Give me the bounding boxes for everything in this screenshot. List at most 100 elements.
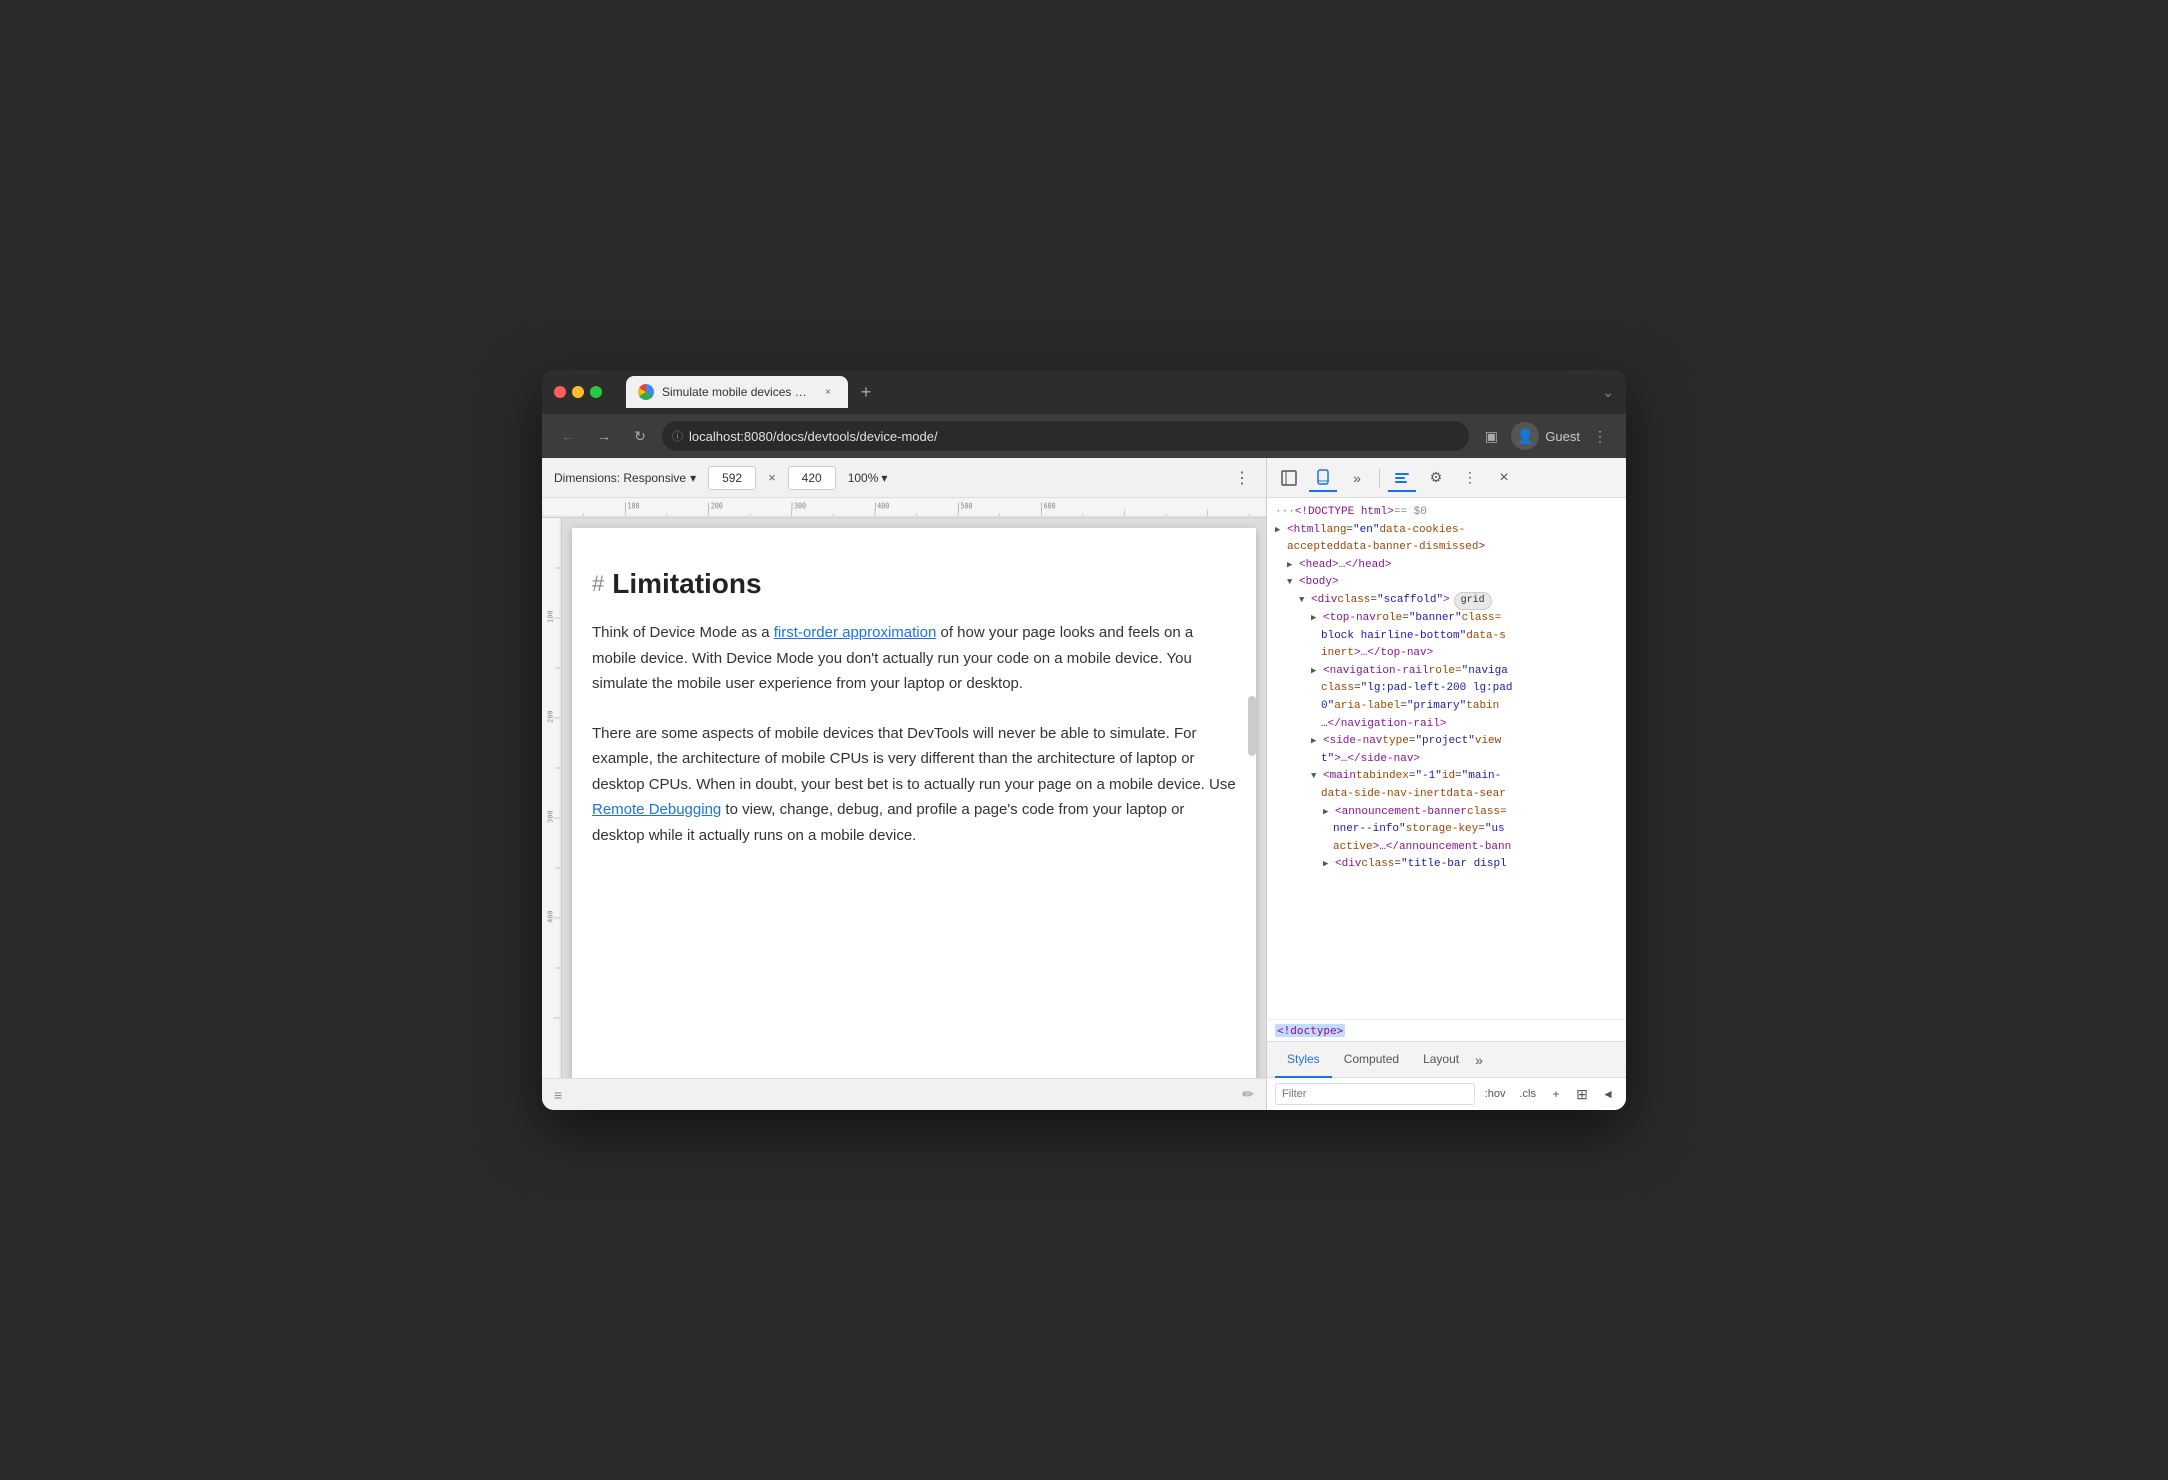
element-state-icon[interactable]: ⊞ bbox=[1572, 1084, 1592, 1104]
maximize-window-button[interactable] bbox=[590, 386, 602, 398]
styles-tab[interactable]: Styles bbox=[1275, 1042, 1332, 1078]
page-viewport[interactable]: # Limitations Think of Device Mode as a … bbox=[562, 518, 1266, 1078]
browser-window: Simulate mobile devices with D × + ⌄ ← →… bbox=[542, 370, 1626, 1110]
layout-tab[interactable]: Layout bbox=[1411, 1042, 1471, 1078]
sidebar-toggle-button[interactable]: ▣ bbox=[1477, 422, 1505, 450]
expand-arrow[interactable]: ▼ bbox=[1311, 769, 1321, 783]
devtools-more-button[interactable]: ⋮ bbox=[1456, 464, 1484, 492]
paragraph-1: Think of Device Mode as a first-order ap… bbox=[592, 620, 1236, 697]
filter-bar: :hov .cls + ⊞ ◄ bbox=[1267, 1078, 1626, 1110]
svg-text:|600: |600 bbox=[1040, 501, 1056, 511]
new-tab-button[interactable]: + bbox=[852, 378, 880, 406]
ruler-top: |100 |200 |300 |400 |500 |600 bbox=[542, 498, 1266, 518]
code-line-main[interactable]: ▼ <main tabindex = "-1" id = "main- bbox=[1275, 768, 1618, 786]
reload-icon: ↻ bbox=[634, 428, 646, 445]
code-doctype-header: ··· <!DOCTYPE html> == $0 bbox=[1275, 504, 1618, 522]
height-input[interactable] bbox=[788, 466, 836, 490]
expand-arrow[interactable]: ▼ bbox=[1287, 575, 1297, 589]
code-line-announcement-3: active >…</announcement-bann bbox=[1275, 839, 1618, 857]
viewport-with-ruler: 100 200 300 400 # Limitations bbox=[542, 518, 1266, 1078]
code-line-top-nav[interactable]: ▶ <top-nav role = "banner" class= bbox=[1275, 610, 1618, 628]
code-line-top-nav-3: inert >…</top-nav> bbox=[1275, 645, 1618, 663]
svg-text:100: 100 bbox=[547, 610, 555, 623]
more-tabs-button[interactable]: » bbox=[1343, 464, 1371, 492]
back-button[interactable]: ← bbox=[554, 422, 582, 450]
code-line-announcement[interactable]: ▶ <announcement-banner class= bbox=[1275, 804, 1618, 822]
expand-arrow[interactable]: ▶ bbox=[1311, 664, 1321, 678]
code-line-announcement-2: nner--info" storage-key = "us bbox=[1275, 821, 1618, 839]
cls-filter-button[interactable]: .cls bbox=[1516, 1086, 1541, 1102]
computed-tab[interactable]: Computed bbox=[1332, 1042, 1411, 1078]
expand-arrow[interactable]: ▶ bbox=[1323, 805, 1333, 819]
traffic-lights bbox=[554, 386, 602, 398]
title-bar: Simulate mobile devices with D × + ⌄ bbox=[542, 370, 1626, 414]
toolbar-more-button[interactable]: ⋮ bbox=[1230, 466, 1254, 490]
code-line-html-2: accepted data-banner-dismissed > bbox=[1275, 539, 1618, 557]
svg-text:300: 300 bbox=[547, 810, 555, 823]
expand-arrow[interactable]: ▶ bbox=[1287, 558, 1297, 572]
first-order-link[interactable]: first-order approximation bbox=[774, 624, 937, 641]
tabs-more-button[interactable]: » bbox=[1475, 1052, 1483, 1068]
back-icon: ← bbox=[561, 428, 575, 444]
add-filter-button[interactable]: + bbox=[1546, 1084, 1566, 1104]
chrome-menu-button[interactable]: ⋮ bbox=[1586, 422, 1614, 450]
code-line-main-2: data-side-nav-inert data-sear bbox=[1275, 786, 1618, 804]
window-minimize-icon[interactable]: ⌄ bbox=[1602, 384, 1614, 401]
inspect-element-button[interactable] bbox=[1275, 464, 1303, 492]
devtools-toolbar: » ⚙ ⋮ × bbox=[1267, 458, 1626, 498]
svg-text:|300: |300 bbox=[790, 501, 806, 511]
sidebar-icon: ▣ bbox=[1485, 428, 1498, 445]
address-bar[interactable]: ⓘ localhost:8080/docs/devtools/device-mo… bbox=[662, 421, 1469, 451]
code-line-title-bar[interactable]: ▶ <div class = "title-bar displ bbox=[1275, 856, 1618, 874]
doctype-selected: <!doctype> bbox=[1275, 1024, 1345, 1037]
user-avatar-button[interactable]: 👤 bbox=[1511, 422, 1539, 450]
width-input[interactable] bbox=[708, 466, 756, 490]
code-tag: <!DOCTYPE html> bbox=[1295, 504, 1394, 522]
zoom-selector[interactable]: 100% ▾ bbox=[848, 466, 888, 490]
code-line-side-nav[interactable]: ▶ <side-nav type = "project" view bbox=[1275, 733, 1618, 751]
device-toolbar: Dimensions: Responsive ▾ × 100% ▾ ⋮ bbox=[542, 458, 1266, 498]
remote-debugging-link[interactable]: Remote Debugging bbox=[592, 801, 721, 818]
expand-arrow[interactable]: ▶ bbox=[1311, 734, 1321, 748]
code-line-nav-rail[interactable]: ▶ <navigation-rail role= "naviga bbox=[1275, 663, 1618, 681]
filter-input[interactable] bbox=[1275, 1083, 1475, 1105]
doctype-footer: <!doctype> bbox=[1267, 1019, 1626, 1041]
edit-icon[interactable]: ✏ bbox=[1242, 1086, 1254, 1103]
hov-filter-button[interactable]: :hov bbox=[1481, 1086, 1510, 1102]
code-line-html[interactable]: ▶ <html lang = "en" data-cookies- bbox=[1275, 522, 1618, 540]
active-tab[interactable]: Simulate mobile devices with D × bbox=[626, 376, 848, 408]
reload-button[interactable]: ↻ bbox=[626, 422, 654, 450]
svg-text:200: 200 bbox=[547, 710, 555, 723]
close-window-button[interactable] bbox=[554, 386, 566, 398]
ruler-left: 100 200 300 400 bbox=[542, 518, 562, 1078]
devtools-panel: » ⚙ ⋮ × ··· <!D bbox=[1266, 458, 1626, 1110]
elements-tab-button[interactable] bbox=[1388, 464, 1416, 492]
devtools-close-button[interactable]: × bbox=[1490, 464, 1518, 492]
toggle-classes-icon[interactable]: ◄ bbox=[1598, 1084, 1618, 1104]
dimension-separator: × bbox=[768, 470, 776, 485]
code-line-nav-rail-3: 0" aria-label = "primary" tabin bbox=[1275, 698, 1618, 716]
expand-arrow[interactable]: ▶ bbox=[1275, 523, 1285, 537]
code-line-body[interactable]: ▼ <body> bbox=[1275, 574, 1618, 592]
dimensions-label: Dimensions: Responsive ▾ bbox=[554, 471, 696, 485]
svg-text:|100: |100 bbox=[624, 501, 640, 511]
code-comment: ··· bbox=[1275, 504, 1295, 522]
forward-button[interactable]: → bbox=[590, 422, 618, 450]
expand-arrow[interactable]: ▶ bbox=[1311, 611, 1321, 625]
user-label: Guest bbox=[1545, 429, 1580, 444]
code-line-div-scaffold[interactable]: ▼ <div class = "scaffold" > grid bbox=[1275, 592, 1618, 610]
dimensions-dropdown-arrow[interactable]: ▾ bbox=[690, 471, 696, 485]
expand-arrow[interactable]: ▶ bbox=[1323, 857, 1333, 871]
code-line-head[interactable]: ▶ <head>…</head> bbox=[1275, 557, 1618, 575]
minimize-window-button[interactable] bbox=[572, 386, 584, 398]
device-toggle-button[interactable] bbox=[1309, 464, 1337, 492]
svg-text:|400: |400 bbox=[873, 501, 889, 511]
settings-button[interactable]: ⚙ bbox=[1422, 464, 1450, 492]
user-icon: 👤 bbox=[1517, 428, 1534, 445]
page-scrollbar[interactable] bbox=[1248, 696, 1256, 756]
tab-close-button[interactable]: × bbox=[820, 384, 836, 400]
forward-icon: → bbox=[597, 428, 611, 444]
code-line-top-nav-2: block hairline-bottom" data-s bbox=[1275, 628, 1618, 646]
menu-icon: ⋮ bbox=[1593, 428, 1607, 445]
expand-arrow[interactable]: ▼ bbox=[1299, 593, 1309, 607]
